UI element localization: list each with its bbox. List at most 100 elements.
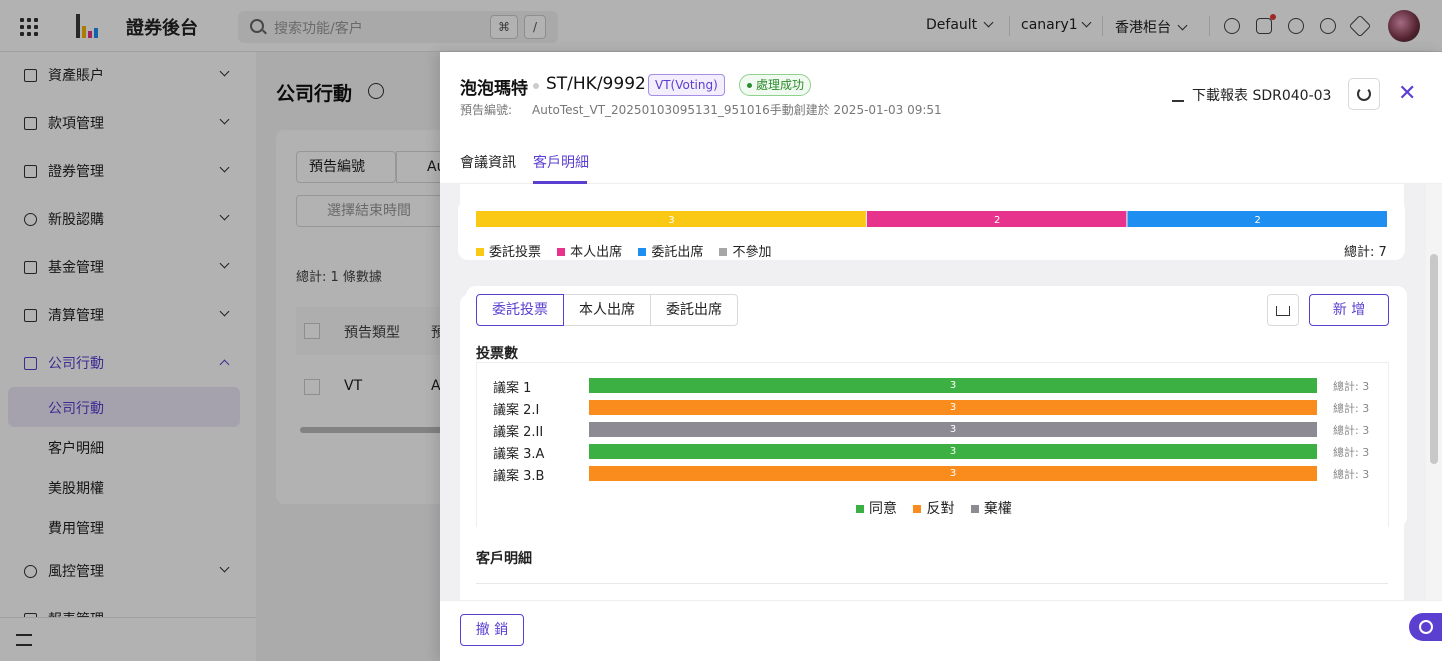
row-checkbox[interactable] <box>304 379 320 395</box>
vote-bar: 3 <box>589 400 1317 415</box>
settings-icon[interactable] <box>1348 14 1372 38</box>
attendance-legend: 委託投票 本人出席 委託出席 不參加 <box>476 241 771 260</box>
search-input[interactable]: 搜索功能/客户 ⌘ / <box>238 11 558 43</box>
legend-label: 委託出席 <box>651 245 704 260</box>
column-header: 預告類型 <box>344 325 400 341</box>
calculator-icon <box>24 309 37 322</box>
attendance-total: 總計: 7 <box>1344 245 1387 260</box>
sidebar-item-label: 報表管理 <box>48 609 104 617</box>
vote-row-total: 總計: 3 <box>1333 468 1370 481</box>
sidebar-item-label: 新股認購 <box>48 212 104 228</box>
stock-code: ST/HK/9992 <box>546 74 646 94</box>
collapse-menu-icon[interactable] <box>16 634 32 646</box>
select-all-checkbox[interactable] <box>304 323 320 339</box>
chevron-down-icon <box>219 162 230 173</box>
sub-item-us-options[interactable]: 美股期權 <box>48 478 104 498</box>
sidebar-item-risk[interactable]: 風控管理 <box>0 548 256 596</box>
legend-item: 委託出席 <box>638 245 703 260</box>
chart-box-icon <box>24 165 37 178</box>
sidebar-item-funds[interactable]: 款項管理 <box>0 100 256 148</box>
cloud-download-icon[interactable] <box>1288 18 1304 34</box>
vote-bar: 3 <box>589 422 1317 437</box>
download-icon <box>1172 89 1184 102</box>
legend-swatch <box>557 248 566 256</box>
chevron-down-icon <box>983 17 994 28</box>
notification-dot <box>1270 14 1276 20</box>
divider <box>476 583 1388 584</box>
legend-swatch <box>638 248 647 256</box>
total-count: 總計: 1 條數據 <box>296 270 382 285</box>
sidebar-item-reports[interactable]: 報表管理 <box>0 596 256 617</box>
sidebar-item-assets[interactable]: 資產賬户 <box>0 52 256 100</box>
export-icon <box>1276 306 1290 316</box>
scroll-thumb[interactable] <box>1430 254 1438 464</box>
chevron-down-icon <box>219 114 230 125</box>
app-grid-icon[interactable] <box>20 18 38 36</box>
tab-client-detail[interactable]: 客戶明細 <box>533 152 589 172</box>
chevron-up-icon <box>219 359 230 370</box>
sidebar-item-label: 證券管理 <box>48 164 104 180</box>
download-report-link[interactable]: 下載報表 SDR040-03 <box>1172 85 1331 105</box>
revoke-button[interactable]: 撤 銷 <box>460 614 524 646</box>
vote-row-label: 議案 3.B <box>493 469 545 484</box>
legend-swatch <box>970 505 979 513</box>
legend-label: 棄權 <box>983 501 1012 517</box>
legend-item: 同意 <box>856 501 897 517</box>
separator-dot <box>533 83 539 89</box>
vote-bar: 3 <box>589 378 1317 393</box>
refresh-button[interactable] <box>1348 78 1380 110</box>
sidebar-item-fund[interactable]: 基金管理 <box>0 244 256 292</box>
tab-meeting-info[interactable]: 會議資訊 <box>460 152 516 172</box>
filter-select[interactable]: 預告編號 <box>296 151 396 183</box>
support-button[interactable] <box>1409 613 1442 641</box>
env-select[interactable]: canary1 <box>1021 17 1092 33</box>
info-icon[interactable] <box>368 83 384 99</box>
env-select-value: canary1 <box>1021 17 1078 33</box>
sidebar-item-label: 公司行動 <box>48 356 104 372</box>
chevron-down-icon <box>1177 20 1188 31</box>
search-placeholder: 搜索功能/客户 <box>274 21 363 37</box>
export-button[interactable] <box>1267 294 1299 326</box>
vote-row-label: 議案 3.A <box>493 447 545 462</box>
sidebar-item-securities[interactable]: 證券管理 <box>0 148 256 196</box>
vote-tab-self-attend[interactable]: 本人出席 <box>564 294 651 326</box>
filter-select-value: 預告編號 <box>309 159 365 175</box>
close-icon[interactable]: ✕ <box>1398 83 1416 105</box>
meta-value: AutoTest_VT_20250103095131_951016手動創建於 2… <box>532 103 942 117</box>
sidebar-item-label: 風控管理 <box>48 564 104 580</box>
attendance-segment-label: 2 <box>1255 215 1261 226</box>
sidebar: 資產賬户 款項管理 證券管理 新股認購 基金管理 清算管理 公司行動 公司行動 … <box>0 52 256 661</box>
vertical-scrollbar[interactable] <box>1426 184 1442 602</box>
building-icon <box>24 357 37 370</box>
vote-bar: 3 <box>589 466 1317 481</box>
theme-select-value: Default <box>926 17 978 33</box>
stock-name: 泡泡瑪特 <box>460 79 528 99</box>
vote-tab-proxy-vote[interactable]: 委託投票 <box>476 294 564 326</box>
cmd-key: ⌘ <box>490 15 518 39</box>
sidebar-item-corporate-action[interactable]: 公司行動 <box>0 340 256 388</box>
document-alert-icon[interactable] <box>1256 14 1276 34</box>
counter-select[interactable]: 香港柜台 <box>1115 17 1188 37</box>
legend-swatch <box>913 505 922 513</box>
sidebar-item-label: 清算管理 <box>48 308 104 324</box>
page-title: 公司行動 <box>276 83 353 105</box>
theme-select[interactable]: Default <box>926 17 994 33</box>
sub-item-client-detail[interactable]: 客户明細 <box>48 438 104 458</box>
help-icon[interactable] <box>1320 18 1336 34</box>
add-button[interactable]: 新 增 <box>1309 294 1389 326</box>
legend-label: 不參加 <box>732 245 772 260</box>
sidebar-item-label: 資產賬户 <box>48 68 104 84</box>
vote-tab-proxy-attend[interactable]: 委託出席 <box>650 294 738 326</box>
sidebar-item-ipo[interactable]: 新股認購 <box>0 196 256 244</box>
command-icon[interactable] <box>1224 18 1240 34</box>
legend-item: 委託投票 <box>476 245 541 260</box>
sidebar-item-label: 款項管理 <box>48 116 104 132</box>
sub-item-corporate-action[interactable]: 公司行動 <box>48 398 104 418</box>
sidebar-item-label: 基金管理 <box>48 260 104 276</box>
sidebar-footer <box>0 617 256 661</box>
sidebar-item-clearing[interactable]: 清算管理 <box>0 292 256 340</box>
avatar[interactable] <box>1388 10 1420 42</box>
date-placeholder: 選擇結束時間 <box>327 203 411 219</box>
chevron-down-icon <box>219 66 230 77</box>
sub-item-fees[interactable]: 費用管理 <box>48 518 104 538</box>
